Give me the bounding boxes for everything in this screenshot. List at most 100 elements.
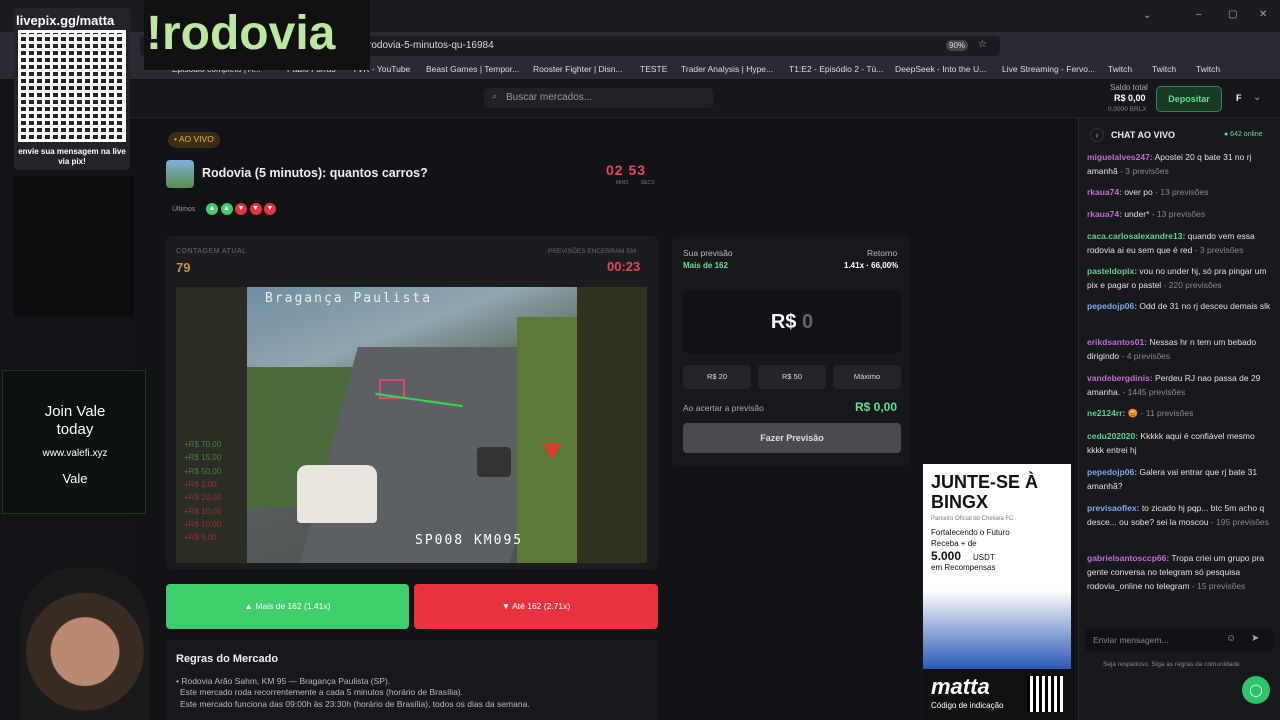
- chat-username[interactable]: pasteldopix:: [1087, 266, 1137, 276]
- ad-amount: 5.000: [931, 549, 962, 563]
- bookmark-item[interactable]: TESTE: [640, 64, 667, 74]
- multiplier-label: +R$ 2,00: [184, 479, 217, 489]
- chat-username[interactable]: caca.carlosalexandre13:: [1087, 231, 1185, 241]
- deposit-button[interactable]: Depositar: [1156, 86, 1222, 112]
- multiplier-label: +R$ 70,00: [184, 440, 222, 449]
- chat-username[interactable]: rkaua74:: [1087, 209, 1122, 219]
- bet-under-button[interactable]: ▼ Até 162 (2.71x): [414, 584, 658, 629]
- chat-username[interactable]: rkaua74:: [1087, 187, 1122, 197]
- streamer-webcam: [20, 568, 150, 720]
- ad-qr-code: [1027, 676, 1063, 712]
- chat-username[interactable]: pepedojp06:: [1087, 467, 1137, 477]
- bookmark-star-icon[interactable]: ☆: [978, 39, 987, 50]
- result-up-icon: ▲: [206, 203, 218, 215]
- contagem-value: 79: [176, 260, 191, 275]
- chip-max-button[interactable]: Máximo: [833, 365, 901, 389]
- chat-username[interactable]: erikdsantos01:: [1087, 337, 1147, 347]
- retorno-label: Retorno: [867, 248, 898, 258]
- chat-username[interactable]: cedu202020:: [1087, 431, 1138, 441]
- chat-message: vandebergdinis: Perdeu RJ nao passa de 2…: [1087, 371, 1272, 399]
- bookmark-item[interactable]: Beast Games | Tempor...: [426, 64, 519, 74]
- qr-pattern: [21, 33, 123, 139]
- bet-over-button[interactable]: ▲ Mais de 162 (1.41x): [166, 584, 409, 629]
- command-overlay: !rodovia: [144, 0, 370, 70]
- user-menu[interactable]: F: [1236, 93, 1242, 103]
- chat-meta: - 1445 previsões: [1120, 387, 1186, 397]
- traffic-camera-video: Bragança Paulista SP008 KM095: [247, 287, 577, 563]
- tabs-dropdown-icon[interactable]: ⌄: [1143, 10, 1151, 21]
- chat-collapse-icon[interactable]: ›: [1090, 128, 1104, 142]
- market-thumbnail: [166, 160, 194, 188]
- chat-meta: - 13 previsões: [1152, 187, 1209, 197]
- support-chat-button[interactable]: ◯: [1242, 676, 1270, 704]
- bet-amount-field[interactable]: R$ 0: [683, 290, 901, 354]
- chat-username[interactable]: previsaoflex:: [1087, 503, 1139, 513]
- yield-sign: [543, 443, 561, 459]
- chat-username[interactable]: gabrielsantosccp66:: [1087, 553, 1169, 563]
- bookmark-item[interactable]: DeepSeek - Into the U...: [895, 64, 986, 74]
- minimize-icon[interactable]: –: [1196, 9, 1202, 20]
- bookmark-item[interactable]: Twitch: [1196, 64, 1220, 74]
- live-badge: • AO VIVO: [168, 132, 220, 148]
- chat-text: over po: [1121, 187, 1153, 197]
- send-icon[interactable]: ➤: [1251, 633, 1259, 644]
- bookmark-item[interactable]: T1:E2 - Episódio 2 - Tú...: [789, 64, 883, 74]
- vale-ad-overlay: Join Vale today www.valefi.xyz Vale: [2, 370, 146, 514]
- chat-message: previsaoflex: to zicado hj pqp... btc 5m…: [1087, 501, 1272, 529]
- chevron-down-icon[interactable]: ⌄: [1253, 92, 1261, 103]
- previsoes-encerram-label: PREVISÕES ENCERRAM EM: [548, 248, 637, 255]
- maximize-icon[interactable]: ▢: [1228, 9, 1237, 20]
- countdown-timer: 02 53: [606, 162, 646, 178]
- result-down-icon: ▼: [249, 203, 262, 215]
- ad-code-label: Código de indicação: [931, 701, 1004, 710]
- chat-message-input[interactable]: Enviar mensagem...: [1085, 628, 1273, 652]
- chat-username[interactable]: ne2124rr:: [1087, 408, 1125, 418]
- chat-message: pepedojp06: Odd de 31 no rj desceu demai…: [1087, 299, 1272, 313]
- chat-title: CHAT AO VIVO: [1111, 130, 1176, 140]
- saldo-value: R$ 0,00: [1114, 93, 1146, 103]
- ultimos-label: Últimos: [172, 206, 196, 213]
- vale-brand: Vale: [62, 471, 88, 486]
- close-icon[interactable]: ✕: [1259, 9, 1267, 20]
- multiplier-label: +R$ 10,00: [184, 506, 222, 516]
- bookmark-item[interactable]: Twitch: [1108, 64, 1132, 74]
- chat-message: caca.carlosalexandre13: quando vem essa …: [1087, 229, 1272, 257]
- bet-under-label: Até 162 (2.71x): [512, 601, 571, 611]
- multiplier-label: +R$ 10,00: [184, 519, 222, 529]
- multiplier-label: +R$ 5,00: [184, 533, 217, 543]
- previsoes-encerram-timer: 00:23: [607, 259, 641, 274]
- chat-message: pepedojp06: Galera vai entrar que rj bat…: [1087, 465, 1272, 493]
- chat-meta: - 15 previsões: [1189, 581, 1246, 591]
- chat-meta: - 220 previsões: [1161, 280, 1222, 290]
- acertar-label: Ao acertar a previsão: [683, 403, 764, 413]
- currency-label: R$: [770, 311, 797, 333]
- saldo-label: Saldo total: [1110, 83, 1148, 92]
- livepix-qr-code: [18, 30, 126, 142]
- chat-username[interactable]: miguelalves247:: [1087, 152, 1153, 162]
- result-up-icon: ▲: [220, 203, 233, 215]
- bookmark-item[interactable]: Trader Analysis | Hype...: [681, 64, 773, 74]
- bookmark-item[interactable]: Rooster Fighter | Disn...: [533, 64, 623, 74]
- acertar-value: R$ 0,00: [855, 400, 898, 414]
- chat-text: under*: [1121, 209, 1150, 219]
- chat-meta: - 3 previsões: [1192, 245, 1244, 255]
- arrow-up-icon: ▲: [244, 601, 256, 611]
- chat-text: 😡: [1125, 408, 1139, 418]
- chip-50-button[interactable]: R$ 50: [758, 365, 826, 389]
- ad-body2: Receba + de: [931, 539, 977, 548]
- fazer-previsao-button[interactable]: Fazer Previsão: [683, 423, 901, 453]
- chat-message: erikdsantos01: Nessas hr n tem um bebado…: [1087, 335, 1272, 363]
- chat-username[interactable]: pepedojp06:: [1087, 301, 1137, 311]
- emoji-icon[interactable]: ☺: [1226, 633, 1236, 644]
- chat-meta: - 13 previsões: [1149, 209, 1206, 219]
- chat-meta: - 4 previsões: [1119, 351, 1171, 361]
- bookmark-item[interactable]: Twitch: [1152, 64, 1176, 74]
- market-title: Rodovia (5 minutos): quantos carros?: [202, 166, 428, 180]
- chip-20-button[interactable]: R$ 20: [683, 365, 751, 389]
- zoom-level[interactable]: 90%: [946, 40, 969, 51]
- bookmark-item[interactable]: Live Streaming - Fervo...: [1002, 64, 1095, 74]
- chat-username[interactable]: vandebergdinis:: [1087, 373, 1153, 383]
- chat-message: rkaua74: over po - 13 previsões: [1087, 185, 1272, 199]
- search-input[interactable]: ⌕ Buscar mercados...: [484, 88, 714, 108]
- ad-body1: Fortalecendo o Futuro: [931, 528, 1010, 537]
